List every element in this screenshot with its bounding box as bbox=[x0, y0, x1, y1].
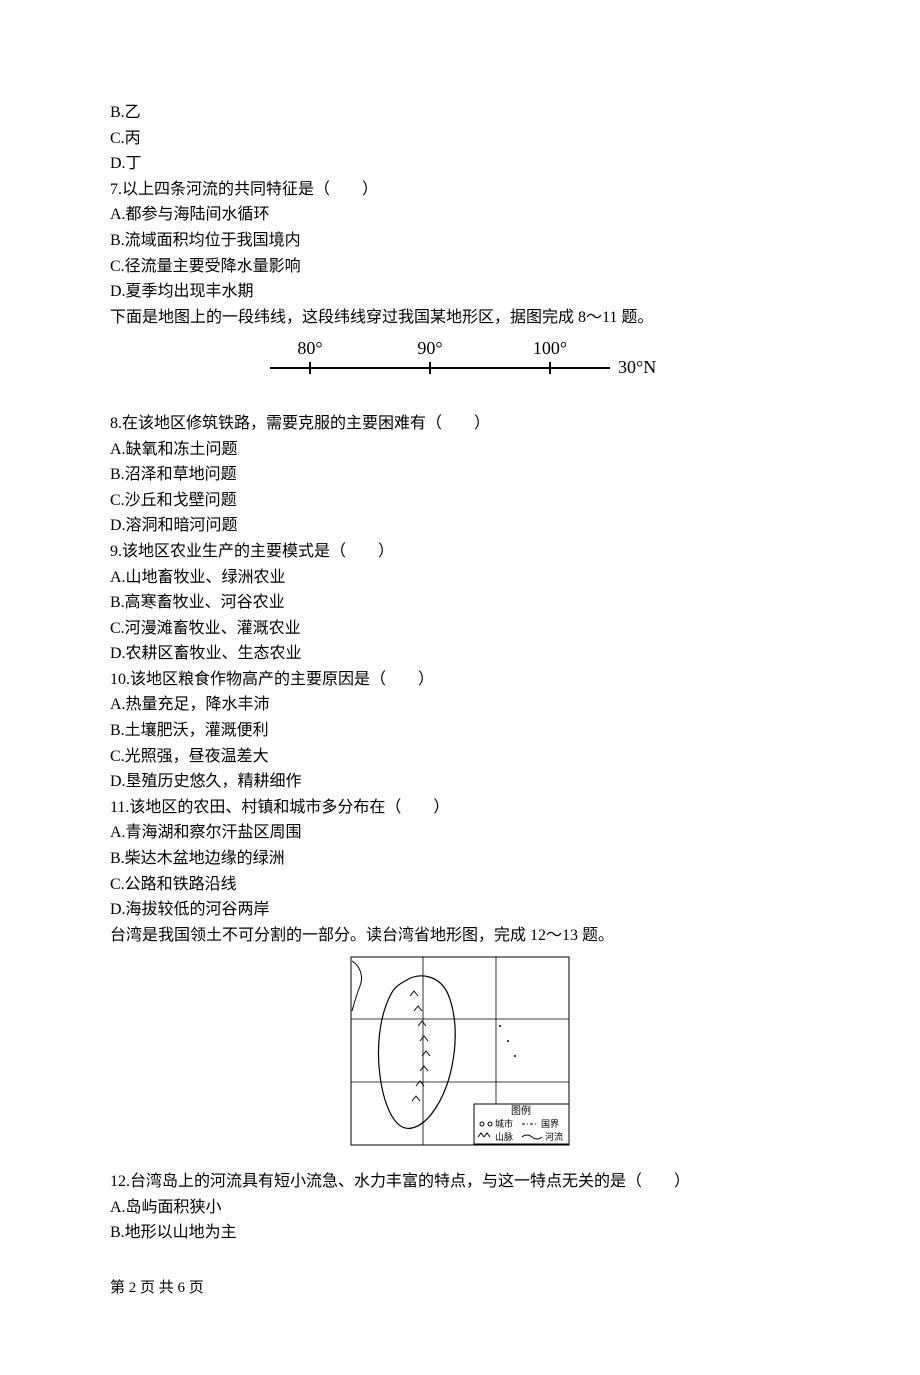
option-b: B.乙 bbox=[110, 100, 810, 126]
q9-option-b: B.高寒畜牧业、河谷农业 bbox=[110, 590, 810, 616]
q9-option-d: D.农耕区畜牧业、生态农业 bbox=[110, 641, 810, 667]
q9-option-a: A.山地畜牧业、绿洲农业 bbox=[110, 565, 810, 591]
mountain-ridge-icon bbox=[410, 991, 430, 1101]
lat-label: 30°N bbox=[618, 357, 656, 377]
q11-option-b: B.柴达木盆地边缘的绿洲 bbox=[110, 846, 810, 872]
q12-option-a: A.岛屿面积狭小 bbox=[110, 1195, 810, 1221]
q12-option-b: B.地形以山地为主 bbox=[110, 1220, 810, 1246]
q12-stem: 12.台湾岛上的河流具有短小流急、水力丰富的特点，与这一特点无关的是（ ） bbox=[110, 1169, 810, 1195]
q11-option-d: D.海拔较低的河谷两岸 bbox=[110, 897, 810, 923]
q8-stem: 8.在该地区修筑铁路，需要克服的主要困难有（ ） bbox=[110, 411, 810, 437]
legend-border: 国界 bbox=[541, 1119, 559, 1129]
legend-river: 河流 bbox=[545, 1131, 563, 1142]
latitude-diagram: 80° 90° 100° 30°N bbox=[110, 338, 810, 397]
q7-option-d: D.夏季均出现丰水期 bbox=[110, 279, 810, 305]
option-c: C.丙 bbox=[110, 126, 810, 152]
q10-option-d: D.垦殖历史悠久，精耕细作 bbox=[110, 769, 810, 795]
option-d: D.丁 bbox=[110, 151, 810, 177]
q7-option-b: B.流域面积均位于我国境内 bbox=[110, 228, 810, 254]
page-content: B.乙 C.丙 D.丁 7.以上四条河流的共同特征是（ ） A.都参与海陆间水循… bbox=[0, 0, 920, 1375]
q9-stem: 9.该地区农业生产的主要模式是（ ） bbox=[110, 539, 810, 565]
q11-stem: 11.该地区的农田、村镇和城市多分布在（ ） bbox=[110, 795, 810, 821]
q10-stem: 10.该地区粮食作物高产的主要原因是（ ） bbox=[110, 667, 810, 693]
tick-90: 90° bbox=[417, 338, 442, 358]
q8-option-c: C.沙丘和戈壁问题 bbox=[110, 488, 810, 514]
q10-option-a: A.热量充足，降水丰沛 bbox=[110, 692, 810, 718]
q11-option-a: A.青海湖和察尔汗盐区周围 bbox=[110, 820, 810, 846]
taiwan-map: 图例 城市 国界 山脉 河流 bbox=[110, 956, 810, 1155]
taiwan-svg: 图例 城市 国界 山脉 河流 bbox=[350, 956, 570, 1146]
legend-mountain: 山脉 bbox=[495, 1131, 513, 1142]
q8-option-d: D.溶洞和暗河问题 bbox=[110, 513, 810, 539]
q8-option-b: B.沼泽和草地问题 bbox=[110, 462, 810, 488]
tick-100: 100° bbox=[533, 338, 567, 358]
q7-stem: 7.以上四条河流的共同特征是（ ） bbox=[110, 177, 810, 203]
q7-option-a: A.都参与海陆间水循环 bbox=[110, 202, 810, 228]
q8-option-a: A.缺氧和冻土问题 bbox=[110, 437, 810, 463]
lead-8-11: 下面是地图上的一段纬线，这段纬线穿过我国某地形区，据图完成 8～11 题。 bbox=[110, 305, 810, 331]
q10-option-c: C.光照强，昼夜温差大 bbox=[110, 744, 810, 770]
lead-12-13: 台湾是我国领土不可分割的一部分。读台湾省地形图，完成 12～13 题。 bbox=[110, 923, 810, 949]
tick-80: 80° bbox=[297, 338, 322, 358]
q9-option-c: C.河漫滩畜牧业、灌溉农业 bbox=[110, 616, 810, 642]
latitude-svg: 80° 90° 100° 30°N bbox=[250, 338, 670, 388]
q7-option-c: C.径流量主要受降水量影响 bbox=[110, 254, 810, 280]
legend-title: 图例 bbox=[511, 1104, 531, 1117]
page-footer: 第 2 页 共 6 页 bbox=[110, 1276, 810, 1300]
q10-option-b: B.土壤肥沃，灌溉便利 bbox=[110, 718, 810, 744]
legend-city-text: 城市 bbox=[495, 1118, 513, 1129]
q11-option-c: C.公路和铁路沿线 bbox=[110, 872, 810, 898]
